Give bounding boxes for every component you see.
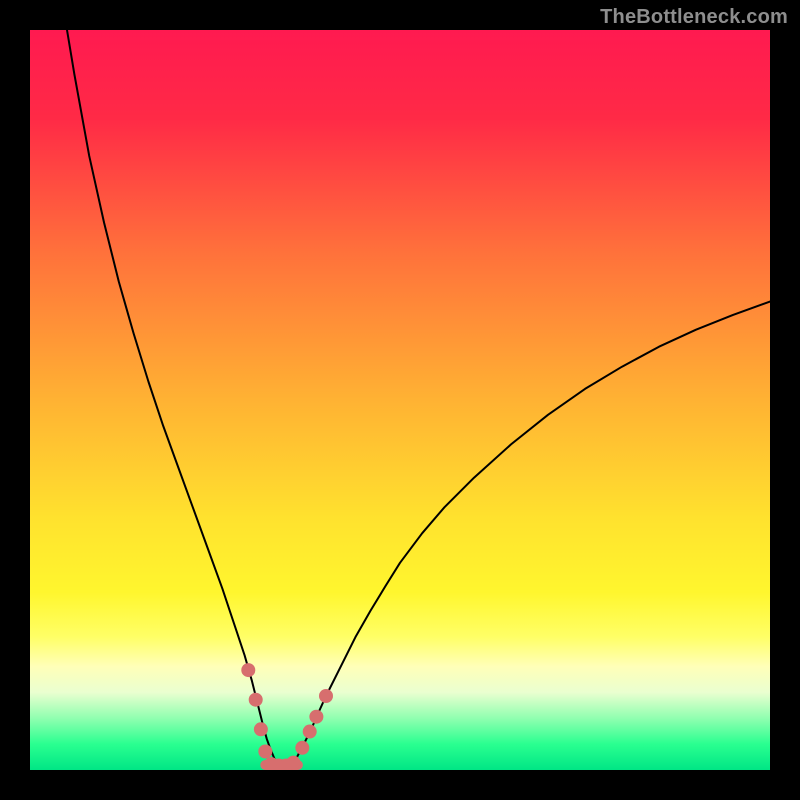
outer-frame: TheBottleneck.com (0, 0, 800, 800)
marker-dot (303, 725, 317, 739)
marker-dot (254, 722, 268, 736)
marker-dot (249, 693, 263, 707)
bottleneck-curve (67, 30, 770, 769)
marker-dot (309, 710, 323, 724)
marker-dot (258, 745, 272, 759)
marker-dots (241, 663, 333, 770)
marker-dot (241, 663, 255, 677)
plot-area (30, 30, 770, 770)
marker-dot (286, 756, 300, 770)
marker-dot (295, 741, 309, 755)
watermark-text: TheBottleneck.com (600, 6, 788, 29)
marker-dot (319, 689, 333, 703)
chart-svg (30, 30, 770, 770)
